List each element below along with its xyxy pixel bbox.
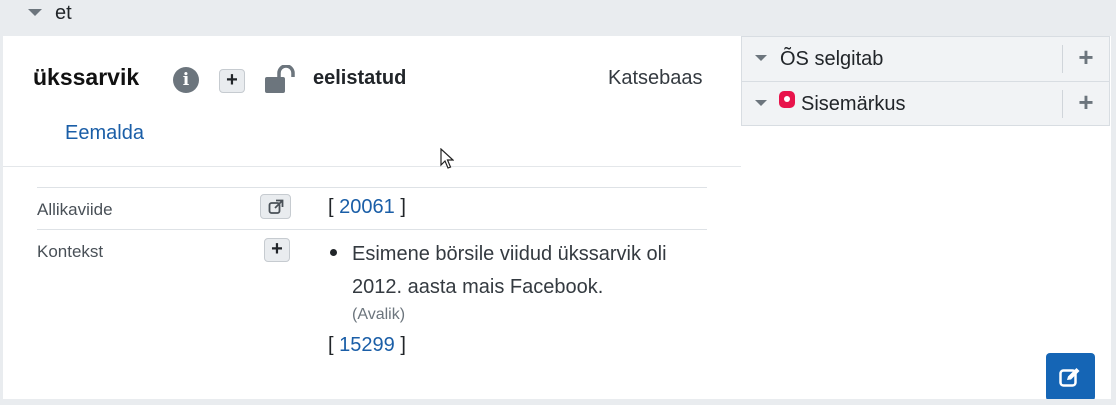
panel-title: ÕS selgitab <box>780 48 884 70</box>
info-icon[interactable]: i <box>173 67 199 93</box>
bracket: ] <box>400 334 406 356</box>
divider <box>3 166 741 167</box>
source-reference: [ 20061 ] <box>328 196 406 219</box>
source-ref-link[interactable]: 20061 <box>339 196 395 218</box>
context-ref-link[interactable]: 15299 <box>339 334 395 356</box>
internal-note-badge-icon <box>779 91 795 108</box>
divider <box>1062 45 1063 73</box>
language-label: et <box>55 2 72 24</box>
language-header[interactable]: et <box>0 0 1116 36</box>
add-context-button[interactable]: + <box>264 238 290 262</box>
divider <box>1062 90 1063 118</box>
headword: ükssarvik <box>33 64 140 90</box>
external-link-icon <box>268 199 284 214</box>
panel-title: Sisemärkus <box>801 93 906 115</box>
context-label: Kontekst <box>37 242 104 261</box>
context-sentence: Esimene börsile viidud ükssarvik oli 201… <box>352 243 667 298</box>
dataset-label: Katsebaas <box>608 67 703 89</box>
unlocked-lock-icon[interactable] <box>263 65 297 95</box>
caret-down-icon[interactable] <box>755 55 767 61</box>
bracket: [ <box>328 196 334 218</box>
add-note-button[interactable]: + <box>1075 89 1097 115</box>
divider <box>37 229 707 230</box>
bottom-strip <box>0 399 1116 405</box>
caret-down-icon[interactable] <box>28 9 42 16</box>
edit-button[interactable] <box>1046 353 1095 401</box>
panel-sisemarkus[interactable]: Sisemärkus + <box>742 82 1109 126</box>
mouse-cursor-icon <box>440 148 454 169</box>
caret-down-icon[interactable] <box>755 100 767 106</box>
bracket: ] <box>400 196 406 218</box>
bracket: [ <box>328 334 334 356</box>
remove-link[interactable]: Eemalda <box>65 122 144 145</box>
source-label: Allikaviide <box>37 200 113 219</box>
add-explanation-button[interactable]: + <box>1075 44 1097 70</box>
visibility-label: (Avalik) <box>352 306 406 323</box>
bullet-icon <box>330 249 337 256</box>
preference-label: eelistatud <box>313 67 407 89</box>
external-link-button[interactable] <box>260 194 291 219</box>
panel-os-selgitab[interactable]: ÕS selgitab + <box>742 37 1109 82</box>
side-panels: ÕS selgitab + Sisemärkus + <box>741 36 1110 126</box>
divider <box>37 187 707 188</box>
add-button[interactable]: + <box>219 69 245 93</box>
edit-icon <box>1059 368 1080 387</box>
context-reference: [ 15299 ] <box>328 334 406 357</box>
